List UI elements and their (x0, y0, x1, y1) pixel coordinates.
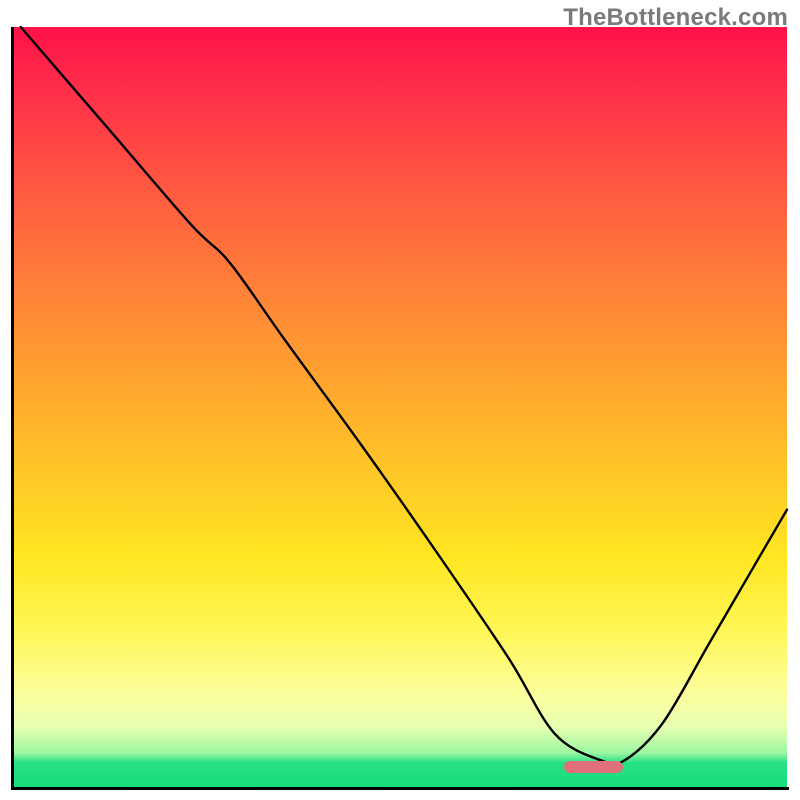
optimal-region-marker (564, 761, 623, 773)
axis-x (11, 787, 789, 790)
bottleneck-curve (13, 27, 787, 787)
chart-stage: TheBottleneck.com (0, 0, 800, 800)
